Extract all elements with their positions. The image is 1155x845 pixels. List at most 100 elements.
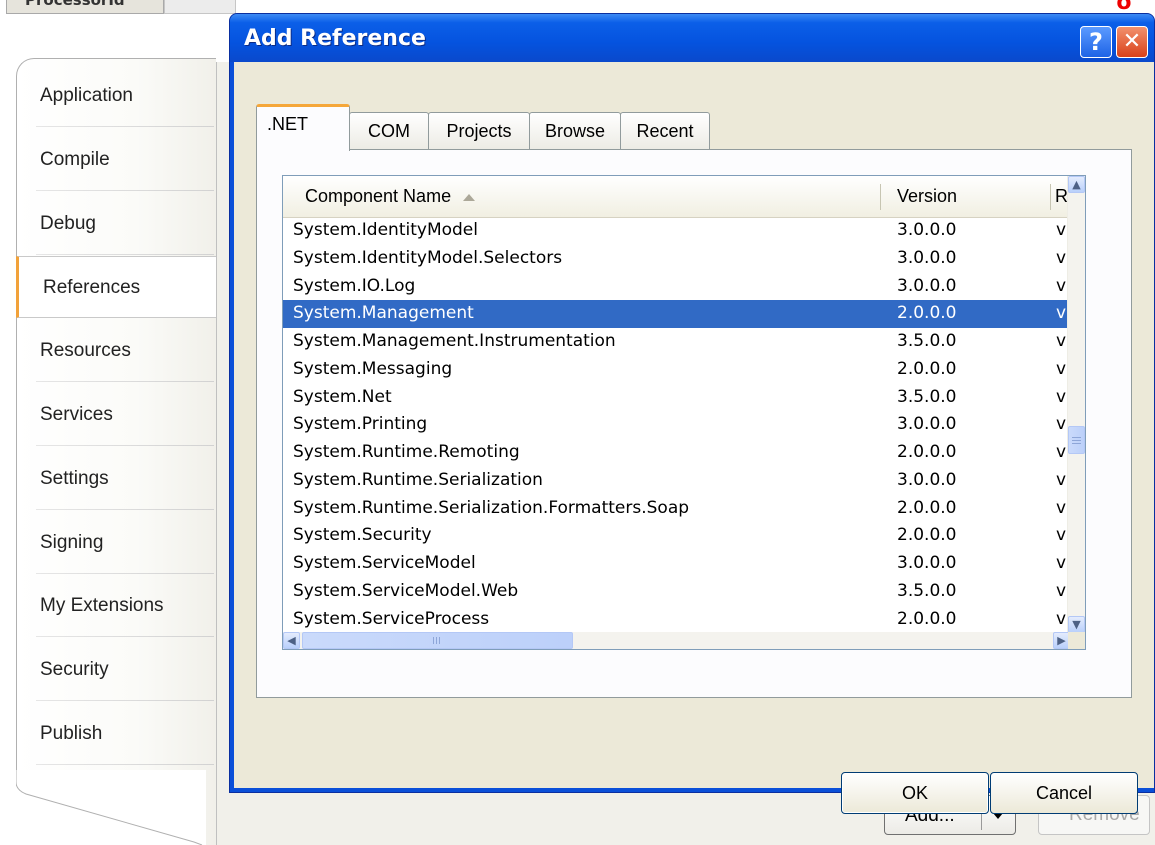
list-row[interactable]: System.Runtime.Serialization 3.0.0.0 v (283, 467, 1070, 495)
version-cell: 3.5.0.0 (897, 331, 957, 351)
sidebar-item-settings[interactable]: Settings (16, 448, 216, 510)
sidebar-item-references[interactable]: References (16, 256, 216, 319)
grip-line (439, 637, 440, 644)
vertical-scrollbar[interactable]: ▲ ▼ (1067, 176, 1085, 633)
horizontal-scroll-thumb[interactable] (302, 632, 573, 649)
sidebar-item-my-extensions[interactable]: My Extensions (16, 575, 216, 638)
sidebar-item-label: Settings (40, 467, 109, 489)
ok-button[interactable]: OK (841, 772, 989, 814)
help-button[interactable]: ? (1080, 26, 1112, 58)
column-header-version[interactable]: Version (897, 176, 957, 217)
list-row[interactable]: System.Management 2.0.0.0 v (283, 300, 1070, 328)
sidebar-item-signing[interactable]: Signing (16, 512, 216, 574)
component-name-cell: System.ServiceProcess (293, 608, 490, 629)
tab-panel: Component Name Version R System.Identity… (256, 149, 1132, 698)
version-cell: 3.0.0.0 (897, 469, 957, 490)
chevron-down-icon[interactable]: ▼ (1068, 616, 1085, 633)
sidebar-separator (36, 508, 214, 510)
list-row[interactable]: System.IO.Log 3.0.0.0 v (283, 273, 1070, 301)
tab-dotnet[interactable]: .NET (256, 104, 350, 151)
tab-projects[interactable]: Projects (428, 112, 530, 150)
version-cell: 2.0.0.0 (897, 442, 957, 462)
component-name-cell: System.IdentityModel (293, 220, 478, 240)
sidebar-item-security[interactable]: Security (16, 639, 216, 702)
sidebar-item-resources[interactable]: Resources (16, 320, 216, 383)
grip-line (1072, 437, 1081, 438)
column-header-component-name[interactable]: Component Name (305, 176, 476, 217)
list-header: Component Name Version R (283, 176, 1070, 218)
list-row[interactable]: System.Management.Instrumentation 3.5.0.0… (283, 328, 1070, 356)
list-row[interactable]: System.Printing 3.0.0.0 v (283, 411, 1070, 439)
component-name-cell: System.Runtime.Remoting (293, 442, 520, 462)
list-row[interactable]: System.Messaging 2.0.0.0 v (283, 356, 1070, 384)
sidebar-item-services[interactable]: Services (16, 384, 216, 446)
dialog-title: Add Reference (244, 26, 426, 51)
close-button[interactable]: ✕ (1116, 26, 1148, 58)
project-tab-label: ProcessorId (25, 0, 125, 9)
sidebar-separator (36, 445, 214, 446)
tab-com[interactable]: COM (349, 112, 429, 150)
sidebar-item-label: Security (40, 659, 109, 681)
vertical-scroll-thumb[interactable] (1068, 426, 1085, 454)
dialog-body: .NET COM Projects Browse Recent Componen… (234, 62, 1154, 814)
sort-ascending-icon (463, 193, 476, 201)
component-list[interactable]: Component Name Version R System.Identity… (282, 175, 1086, 650)
list-row[interactable]: System.IdentityModel 3.0.0.0 v (283, 217, 1070, 245)
project-tab-blank[interactable] (164, 0, 236, 14)
version-cell: 3.0.0.0 (897, 247, 957, 268)
list-row[interactable]: System.ServiceModel 3.0.0.0 v (283, 550, 1070, 578)
grip-line (1072, 443, 1081, 444)
list-row[interactable]: System.ServiceModel.Web 3.5.0.0 v (283, 578, 1070, 606)
sidebar-item-label: Compile (40, 148, 110, 170)
version-cell: 3.5.0.0 (897, 580, 957, 601)
version-cell: 2.0.0.0 (897, 525, 957, 546)
sidebar-separator (36, 189, 214, 191)
chevron-up-icon[interactable]: ▲ (1068, 176, 1085, 193)
component-name-cell: System.ServiceModel.Web (293, 580, 519, 601)
list-row[interactable]: System.Runtime.Remoting 2.0.0.0 v (283, 439, 1070, 467)
sidebar-item-label: Publish (40, 723, 103, 744)
version-cell: 3.0.0.0 (897, 275, 957, 296)
sidebar-item-application[interactable]: Application (16, 65, 216, 127)
cancel-button[interactable]: Cancel (990, 772, 1138, 814)
grip-line (433, 637, 434, 644)
sidebar-separator (36, 700, 214, 702)
component-name-cell: System.Security (293, 525, 432, 546)
sidebar-separator (36, 764, 214, 765)
version-cell: 3.0.0.0 (897, 414, 957, 435)
component-name-cell: System.Runtime.Serialization.Formatters.… (293, 497, 690, 518)
chevron-left-icon[interactable]: ◀ (283, 632, 300, 649)
horizontal-scrollbar[interactable]: ◀ ▶ (283, 632, 1070, 649)
dialog-titlebar[interactable]: Add Reference ? ✕ (230, 14, 1154, 62)
project-tab[interactable]: ProcessorId (6, 0, 164, 14)
version-cell: 2.0.0.0 (897, 303, 957, 324)
list-row[interactable]: System.Net 3.5.0.0 v (283, 384, 1070, 412)
add-reference-dialog: Add Reference ? ✕ .NET COM Projects Brow… (229, 13, 1155, 814)
list-row[interactable]: System.ServiceProcess 2.0.0.0 v (283, 606, 1070, 634)
sidebar-item-debug[interactable]: Debug (16, 193, 216, 255)
list-row[interactable]: System.IdentityModel.Selectors 3.0.0.0 v (283, 245, 1070, 273)
list-row[interactable]: System.Runtime.Serialization.Formatters.… (283, 495, 1070, 523)
tab-browse[interactable]: Browse (529, 112, 621, 150)
sidebar-item-label: Services (40, 404, 113, 425)
version-cell: 3.5.0.0 (897, 386, 957, 407)
sidebar-separator (36, 253, 214, 255)
sidebar-separator (36, 126, 214, 127)
component-name-cell: System.Management (293, 303, 474, 324)
sidebar-item-label: Signing (40, 531, 104, 553)
component-name-cell: System.Runtime.Serialization (293, 469, 543, 490)
sidebar-item-publish[interactable]: Publish (16, 703, 216, 765)
sidebar-separator (36, 636, 214, 638)
sidebar-separator (36, 381, 214, 383)
sidebar-item-label: Resources (40, 340, 131, 362)
sidebar-item-compile[interactable]: Compile (16, 129, 216, 191)
version-cell: 3.0.0.0 (897, 220, 957, 240)
list-row[interactable]: System.Security 2.0.0.0 v (283, 522, 1070, 550)
sidebar-item-label: Application (40, 85, 133, 106)
column-divider[interactable] (1050, 184, 1051, 210)
component-name-cell: System.Management.Instrumentation (293, 331, 616, 351)
sidebar-bottom-curve (16, 770, 206, 845)
tab-recent[interactable]: Recent (620, 112, 710, 150)
column-divider[interactable] (880, 184, 881, 210)
component-name-cell: System.Messaging (293, 358, 453, 379)
